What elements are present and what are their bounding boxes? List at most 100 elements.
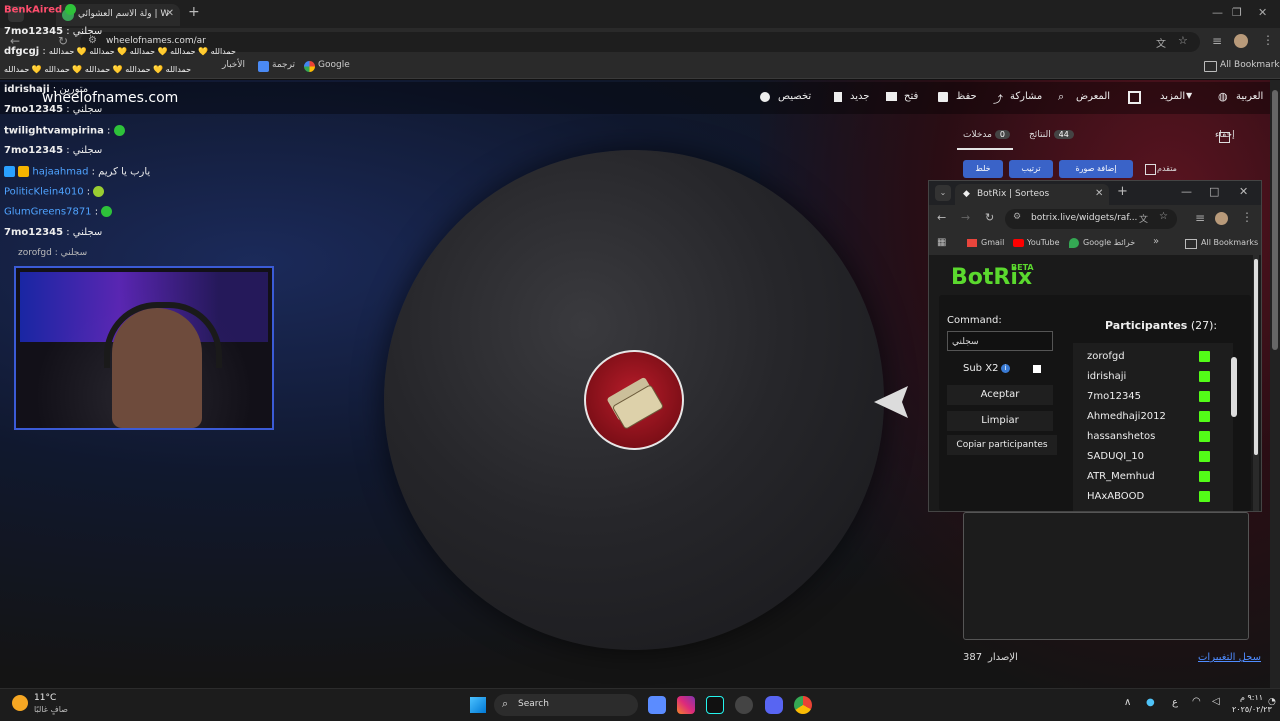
chat-username: PoliticKlein4010 xyxy=(4,186,84,198)
participant-row: ATR_Memhud xyxy=(1087,471,1155,482)
bookmark-gmail[interactable]: Gmail xyxy=(981,238,1004,247)
clock-date[interactable]: ٢٠٢٥/٠٢/٢٣ xyxy=(1232,705,1272,714)
volume-icon[interactable]: ◁ xyxy=(1212,696,1220,707)
menu-kebab-icon[interactable]: ⋮ xyxy=(1262,33,1274,47)
minimize-icon[interactable]: — xyxy=(1181,185,1192,198)
hide-checkbox[interactable] xyxy=(1219,132,1230,143)
taskbar-search[interactable]: ⌕ Search xyxy=(494,694,638,716)
nav-open[interactable]: فتح xyxy=(904,91,918,102)
bookmark-translate[interactable]: ترجمة xyxy=(272,60,295,70)
bookmark-maps[interactable]: Google خرائط xyxy=(1083,238,1135,247)
forward-icon[interactable]: → xyxy=(961,211,970,224)
minimize-icon[interactable]: — xyxy=(1212,6,1223,19)
scrollbar-thumb[interactable] xyxy=(1231,357,1237,417)
menu-kebab-icon[interactable]: ⋮ xyxy=(1241,210,1253,224)
language-indicator[interactable]: ع xyxy=(1172,697,1178,708)
tray-chevron-icon[interactable]: ∧ xyxy=(1124,697,1131,708)
translate-icon[interactable]: 文 xyxy=(1156,35,1166,50)
tiktok-icon[interactable] xyxy=(706,696,724,714)
translate-icon[interactable]: 文 xyxy=(1139,212,1148,225)
all-bookmarks[interactable]: All Bookmarks xyxy=(1201,238,1258,247)
new-tab-button[interactable]: + xyxy=(1117,184,1128,199)
botrix-tab[interactable]: ◆ BotRix | Sorteos ✕ xyxy=(955,184,1109,205)
maximize-icon[interactable]: □ xyxy=(1209,185,1219,198)
new-tab-button[interactable]: + xyxy=(188,4,200,20)
tab-results[interactable]: النتائج 44 xyxy=(1029,130,1074,140)
kick-icon xyxy=(1199,371,1210,382)
maximize-icon[interactable]: ❐ xyxy=(1232,6,1242,19)
wifi-icon[interactable]: ◠ xyxy=(1192,696,1201,707)
scrollbar-thumb[interactable] xyxy=(1272,90,1278,350)
bookmark-star-icon[interactable]: ☆ xyxy=(1178,34,1188,47)
chat-username: idrishaji xyxy=(4,84,50,95)
address-bar[interactable]: ⚙ wheelofnames.com/ar 文 ☆ xyxy=(80,32,1200,52)
advanced-checkbox[interactable] xyxy=(1145,164,1156,175)
sort-button[interactable]: ترتيب xyxy=(1009,160,1053,178)
nav-customize[interactable]: تخصيص xyxy=(778,91,811,102)
media-controls-icon[interactable]: ≡ xyxy=(1212,34,1222,48)
sub-x2-checkbox[interactable] xyxy=(1033,365,1041,373)
bookmark-star-icon[interactable]: ☆ xyxy=(1159,211,1168,222)
chat-line: hajaahmad : يارب يا كريم xyxy=(4,166,150,178)
apps-grid-icon[interactable]: ▦ xyxy=(937,237,946,248)
clock-time[interactable]: ٩:١١ م xyxy=(1240,693,1263,702)
close-tab-icon[interactable]: ✕ xyxy=(1095,188,1103,199)
info-icon[interactable]: i xyxy=(1001,364,1010,373)
page-scrollbar[interactable] xyxy=(1253,255,1259,511)
nav-more[interactable]: المزيد xyxy=(1160,91,1185,102)
chat-line: 7mo12345 : سجلني xyxy=(4,104,103,115)
reload-icon[interactable]: ↻ xyxy=(985,211,994,224)
add-image-button[interactable]: إضافة صورة xyxy=(1059,160,1133,178)
media-controls-icon[interactable]: ≡ xyxy=(1195,211,1205,225)
profile-avatar[interactable] xyxy=(1215,212,1228,225)
start-icon[interactable] xyxy=(470,697,486,713)
app-icon[interactable] xyxy=(735,696,753,714)
command-input[interactable] xyxy=(947,331,1053,351)
close-tab-icon[interactable]: ✕ xyxy=(166,8,174,19)
store-icon[interactable] xyxy=(648,696,666,714)
nav-gallery[interactable]: المعرض xyxy=(1076,91,1110,102)
accept-button[interactable]: Aceptar xyxy=(947,385,1053,405)
search-icon: ⌕ xyxy=(1058,90,1065,103)
chat-username: zorofgd xyxy=(18,248,52,258)
fullscreen-icon[interactable] xyxy=(1128,91,1141,104)
weather-icon[interactable] xyxy=(12,695,28,711)
chat-line: zorofgd : سجلني xyxy=(18,248,88,258)
microphone-icon[interactable]: ● xyxy=(1146,697,1155,708)
all-bookmarks[interactable]: All Bookmarks xyxy=(1220,60,1280,70)
profile-avatar[interactable] xyxy=(1234,34,1248,48)
notification-icon[interactable]: ◔ xyxy=(1268,697,1276,707)
copy-participants-button[interactable]: Copiar participantes xyxy=(947,435,1057,455)
tab-list-icon[interactable]: ⌄ xyxy=(935,185,951,201)
changelog-link[interactable]: سجل التغييرات xyxy=(1198,652,1261,663)
weather-temp: 11°C xyxy=(34,693,57,703)
scrollbar-thumb[interactable] xyxy=(1254,259,1258,455)
caret-down-icon: ▼ xyxy=(1186,91,1193,100)
overflow-chevron-icon[interactable]: » xyxy=(1153,236,1159,247)
clear-button[interactable]: Limpiar xyxy=(947,411,1053,431)
site-info-icon[interactable]: ⚙ xyxy=(1013,212,1021,222)
shuffle-button[interactable]: خلط xyxy=(963,160,1003,178)
discord-icon[interactable] xyxy=(765,696,783,714)
bookmark-news[interactable]: الأخبار xyxy=(222,60,245,70)
chat-username: 7mo12345 xyxy=(4,104,64,115)
wheel-center-image[interactable] xyxy=(584,350,684,450)
nav-share[interactable]: مشاركة xyxy=(1010,91,1042,102)
nav-language[interactable]: العربية xyxy=(1236,91,1263,102)
back-icon[interactable]: ← xyxy=(937,211,946,224)
participants-list[interactable] xyxy=(1073,343,1233,511)
close-window-icon[interactable]: ✕ xyxy=(1258,6,1267,19)
tab-entries[interactable]: مدخلات 0 xyxy=(963,130,1010,140)
participants-scrollbar[interactable] xyxy=(1231,347,1237,497)
page-scrollbar[interactable] xyxy=(1270,80,1280,688)
instagram-icon[interactable] xyxy=(677,696,695,714)
chrome-icon[interactable] xyxy=(794,696,812,714)
botrix-address-bar[interactable]: ⚙ botrix.live/widgets/raf... 文 ☆ xyxy=(1005,209,1177,229)
close-window-icon[interactable]: ✕ xyxy=(1239,185,1248,198)
bookmark-google[interactable]: Google xyxy=(318,60,350,70)
nav-save[interactable]: حفظ xyxy=(956,91,977,102)
nav-new[interactable]: جديد xyxy=(850,91,869,102)
bookmark-youtube[interactable]: YouTube xyxy=(1027,238,1060,247)
entries-textarea[interactable] xyxy=(963,512,1249,640)
botrix-address-row: ← → ↻ ⚙ botrix.live/widgets/raf... 文 ☆ ≡… xyxy=(929,205,1261,233)
